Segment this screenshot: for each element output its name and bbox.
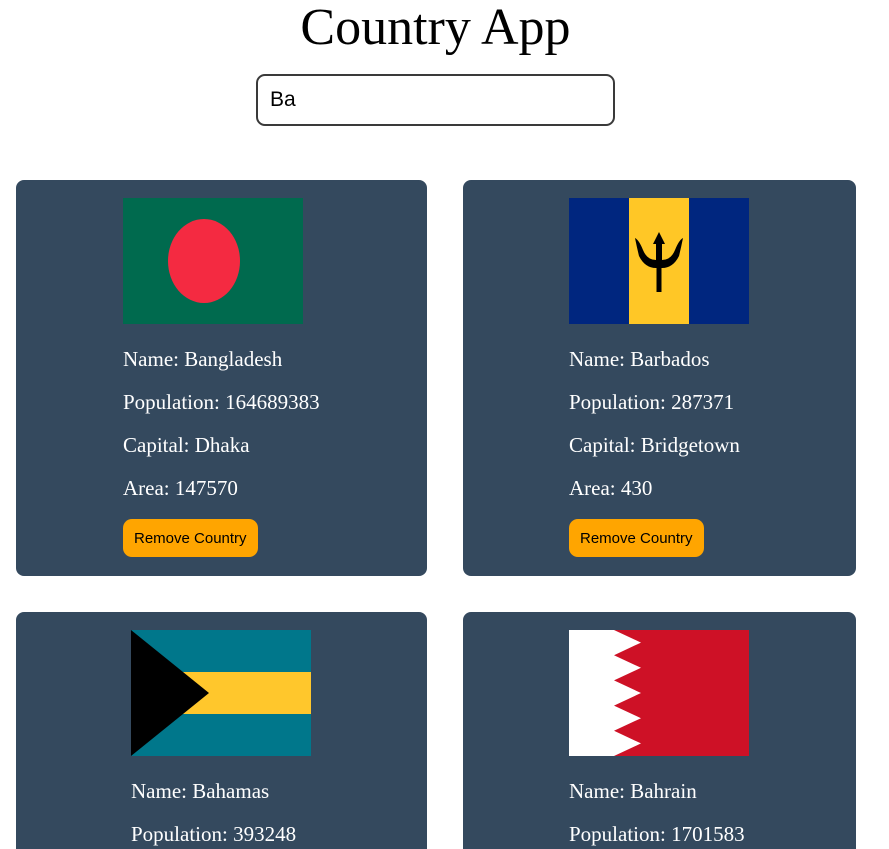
country-card-bangladesh: Name: Bangladesh Population: 164689383 C…: [16, 180, 427, 576]
country-capital: Capital: Dhaka: [123, 433, 250, 457]
country-card-bahrain: Name: Bahrain Population: 1701583: [463, 612, 856, 849]
country-area: Area: 147570: [123, 476, 238, 500]
remove-country-button[interactable]: Remove Country: [569, 519, 704, 557]
country-population: Population: 287371: [569, 390, 735, 414]
country-card-barbados: Name: Barbados Population: 287371 Capita…: [463, 180, 856, 576]
country-card-bahamas: Name: Bahamas Population: 393248: [16, 612, 427, 849]
bahamas-flag-icon: [131, 630, 311, 756]
country-population: Population: 164689383: [123, 390, 320, 414]
barbados-flag-icon: [569, 198, 749, 324]
country-population: Population: 1701583: [569, 822, 745, 846]
country-area: Area: 430: [569, 476, 653, 500]
country-name: Name: Bangladesh: [123, 347, 283, 371]
bangladesh-flag-icon: [123, 198, 303, 324]
search-input[interactable]: [256, 74, 615, 126]
country-capital: Capital: Bridgetown: [569, 433, 740, 457]
country-name: Name: Bahrain: [569, 779, 697, 803]
bahrain-flag-icon: [569, 630, 749, 756]
country-name: Name: Barbados: [569, 347, 710, 371]
page-title: Country App: [300, 0, 571, 56]
remove-country-button[interactable]: Remove Country: [123, 519, 258, 557]
country-name: Name: Bahamas: [131, 779, 270, 803]
country-population: Population: 393248: [131, 822, 297, 846]
